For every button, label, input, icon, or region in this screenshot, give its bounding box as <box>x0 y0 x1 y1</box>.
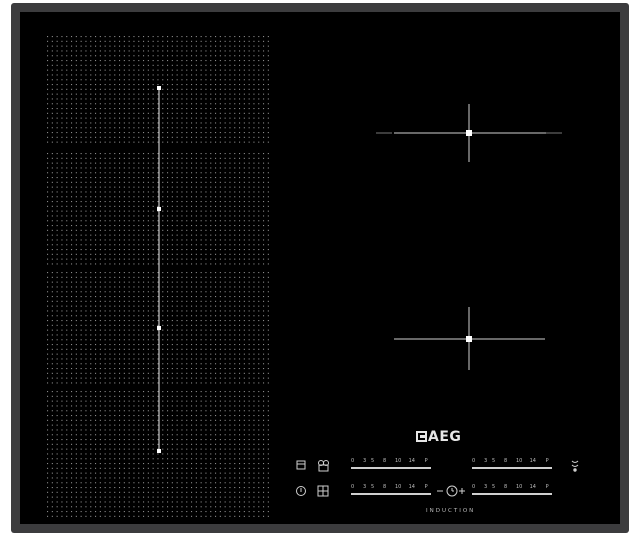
flex-zone-centerline <box>157 86 161 453</box>
slider-track[interactable] <box>351 493 431 495</box>
slider-scale-label: 10 <box>516 484 523 490</box>
clock-icon[interactable] <box>446 485 458 497</box>
slider-scale-label: 3 <box>484 484 488 490</box>
plus-icon[interactable] <box>459 488 465 494</box>
slider-scale-label: P <box>545 484 549 490</box>
power-icon[interactable] <box>296 486 306 496</box>
flex-zone-marker <box>157 449 161 453</box>
slider-track[interactable] <box>351 467 431 469</box>
slider-scale-label: 14 <box>408 458 415 464</box>
slider-scale-label: 5 <box>492 458 496 464</box>
slider-scale-label: 3 <box>363 484 367 490</box>
slider-track[interactable] <box>472 493 552 495</box>
slider-scale: 0 3 5 8 10 14 P <box>472 458 552 465</box>
slider-scale-label: 5 <box>492 484 496 490</box>
slider-scale-label: 8 <box>383 458 387 464</box>
slider-scale-label: 14 <box>529 458 536 464</box>
slider-scale: 0 3 5 8 10 14 P <box>351 484 431 491</box>
slider-scale-label: 8 <box>383 484 387 490</box>
flex-zone-marker <box>157 207 161 211</box>
chef-hat-icon[interactable] <box>318 460 329 472</box>
cooking-zone-top-right <box>376 104 562 162</box>
flex-cooking-zone <box>47 36 579 517</box>
lock-icon[interactable] <box>317 485 329 497</box>
flex-zone-marker <box>157 86 161 90</box>
slider-scale-label: 5 <box>371 484 375 490</box>
slider-scale-label: 10 <box>395 484 402 490</box>
slider-scale-label: 0 <box>472 484 476 490</box>
slider-scale-label: P <box>424 458 428 464</box>
slider-scale-label: 10 <box>395 458 402 464</box>
slider-scale-label: 8 <box>504 484 508 490</box>
slider-scale-label: 0 <box>351 458 355 464</box>
power-slider-top-right[interactable]: 0 3 5 8 10 14 P <box>472 458 552 472</box>
brand-logo: AEG <box>416 429 461 445</box>
slider-scale: 0 3 5 8 10 14 P <box>472 484 552 491</box>
bridge-icon[interactable] <box>571 460 579 472</box>
power-slider-bottom-left[interactable]: 0 3 5 8 10 14 P <box>351 484 431 498</box>
slider-scale-label: P <box>424 484 428 490</box>
power-slider-top-left[interactable]: 0 3 5 8 10 14 P <box>351 458 431 472</box>
slider-scale-label: 3 <box>484 458 488 464</box>
aeg-mark-icon <box>416 431 427 442</box>
slider-scale-label: 14 <box>408 484 415 490</box>
cooking-zone-bottom-right <box>394 307 545 370</box>
product-label: INDUCTION <box>426 508 476 514</box>
slider-scale-label: 10 <box>516 458 523 464</box>
slider-scale: 0 3 5 8 10 14 P <box>351 458 431 465</box>
slider-scale-label: 0 <box>351 484 355 490</box>
slider-scale-label: 3 <box>363 458 367 464</box>
slider-track[interactable] <box>472 467 552 469</box>
timer-icon[interactable] <box>296 460 306 470</box>
power-slider-bottom-right[interactable]: 0 3 5 8 10 14 P <box>472 484 552 498</box>
slider-scale-label: 0 <box>472 458 476 464</box>
slider-scale-label: 8 <box>504 458 508 464</box>
flex-zone-dot-pattern <box>47 36 269 517</box>
slider-scale-label: P <box>545 458 549 464</box>
slider-scale-label: 5 <box>371 458 375 464</box>
flex-zone-marker <box>157 326 161 330</box>
brand-name: AEG <box>428 429 462 445</box>
slider-scale-label: 14 <box>529 484 536 490</box>
